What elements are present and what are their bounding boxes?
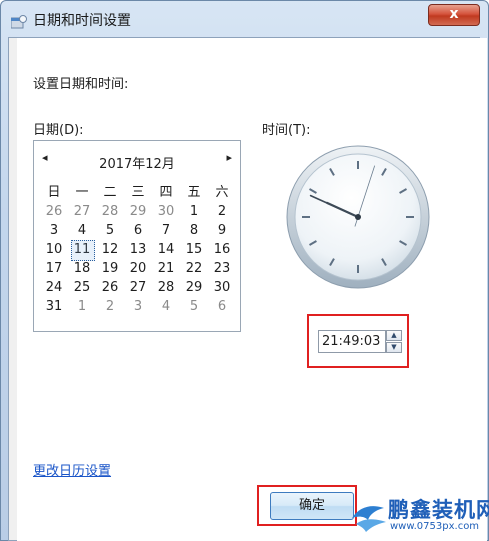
calendar-day[interactable]: 22 bbox=[180, 259, 208, 278]
calendar-day[interactable]: 3 bbox=[124, 297, 152, 316]
calendar-day[interactable]: 17 bbox=[40, 259, 68, 278]
calendar-day[interactable]: 30 bbox=[208, 278, 236, 297]
calendar-week-row: 26 27 28 29 30 1 2 bbox=[40, 202, 236, 221]
clock-center bbox=[355, 214, 361, 220]
weekday-header: 日 bbox=[47, 185, 61, 200]
calendar-day[interactable]: 23 bbox=[208, 259, 236, 278]
calendar-week-row: 10 11 12 13 14 15 16 bbox=[40, 240, 236, 261]
watermark-url: www.0753px.com bbox=[390, 521, 480, 532]
calendar-day[interactable]: 30 bbox=[152, 202, 180, 221]
analog-clock bbox=[286, 145, 430, 289]
calendar-day[interactable]: 5 bbox=[96, 221, 124, 240]
calendar-day[interactable]: 27 bbox=[68, 202, 96, 221]
weekday-header: 一 bbox=[75, 185, 89, 200]
calendar-day[interactable]: 15 bbox=[180, 240, 208, 259]
calendar-month-title[interactable]: 2017年12月 bbox=[34, 153, 240, 172]
calendar-week-row: 3 4 5 6 7 8 9 bbox=[40, 221, 236, 240]
calendar-day[interactable]: 14 bbox=[152, 240, 180, 259]
calendar-day[interactable]: 2 bbox=[208, 202, 236, 221]
calendar-day[interactable]: 3 bbox=[40, 221, 68, 240]
calendar-day[interactable]: 29 bbox=[180, 278, 208, 297]
calendar-day[interactable]: 6 bbox=[124, 221, 152, 240]
calendar-week-row: 24 25 26 27 28 29 30 bbox=[40, 278, 236, 297]
calendar-day[interactable]: 1 bbox=[180, 202, 208, 221]
watermark: 鹏鑫装机网 www.0753px.com bbox=[350, 494, 489, 538]
bird-logo-icon bbox=[352, 506, 386, 532]
calendar-day[interactable]: 5 bbox=[180, 297, 208, 316]
calendar-day[interactable]: 28 bbox=[96, 202, 124, 221]
calendar-day[interactable]: 4 bbox=[152, 297, 180, 316]
calendar-day[interactable]: 4 bbox=[68, 221, 96, 240]
calendar-day[interactable]: 7 bbox=[152, 221, 180, 240]
calendar-grid: 日 一 二 三 四 五 六 26 27 28 29 30 1 2 3 4 5 6… bbox=[40, 183, 236, 316]
calendar-day[interactable]: 26 bbox=[96, 278, 124, 297]
change-calendar-settings-link[interactable]: 更改日历设置 bbox=[33, 460, 111, 479]
calendar-day[interactable]: 25 bbox=[68, 278, 96, 297]
weekday-header: 五 bbox=[187, 185, 201, 200]
calendar-week-row: 17 18 19 20 21 22 23 bbox=[40, 259, 236, 278]
calendar-day[interactable]: 10 bbox=[40, 240, 68, 259]
calendar-day[interactable]: 2 bbox=[96, 297, 124, 316]
close-button[interactable]: x bbox=[428, 4, 480, 26]
calendar-day[interactable]: 6 bbox=[208, 297, 236, 316]
calendar-day[interactable]: 28 bbox=[152, 278, 180, 297]
calendar-week-row: 31 1 2 3 4 5 6 bbox=[40, 297, 236, 316]
calendar-day-selected[interactable]: 11 bbox=[68, 240, 96, 261]
spin-down-button[interactable]: ▼ bbox=[386, 342, 402, 353]
calendar-day[interactable]: 9 bbox=[208, 221, 236, 240]
time-input[interactable]: 21:49:03 bbox=[318, 330, 386, 353]
date-label: 日期(D): bbox=[33, 123, 84, 138]
instruction-text: 设置日期和时间: bbox=[33, 77, 129, 92]
weekday-header: 四 bbox=[159, 185, 173, 200]
spin-up-button[interactable]: ▲ bbox=[386, 330, 402, 341]
calendar-day[interactable]: 8 bbox=[180, 221, 208, 240]
calendar-day[interactable]: 1 bbox=[68, 297, 96, 316]
weekday-header: 三 bbox=[131, 185, 145, 200]
datetime-settings-icon bbox=[11, 15, 27, 29]
calendar-day[interactable]: 26 bbox=[40, 202, 68, 221]
calendar-day[interactable]: 12 bbox=[96, 240, 124, 259]
calendar-day[interactable]: 16 bbox=[208, 240, 236, 259]
watermark-title: 鹏鑫装机网 bbox=[388, 498, 489, 522]
calendar-day[interactable]: 13 bbox=[124, 240, 152, 259]
calendar-day[interactable]: 27 bbox=[124, 278, 152, 297]
calendar-day[interactable]: 21 bbox=[152, 259, 180, 278]
weekday-header-row: 日 一 二 三 四 五 六 bbox=[40, 183, 236, 202]
calendar-day[interactable]: 29 bbox=[124, 202, 152, 221]
calendar-day[interactable]: 24 bbox=[40, 278, 68, 297]
calendar-day[interactable]: 31 bbox=[40, 297, 68, 316]
window-title: 日期和时间设置 bbox=[33, 13, 131, 29]
time-label: 时间(T): bbox=[262, 123, 311, 138]
calendar-day[interactable]: 20 bbox=[124, 259, 152, 278]
calendar-day[interactable]: 19 bbox=[96, 259, 124, 278]
calendar: ◂ ▸ 2017年12月 日 一 二 三 四 五 六 26 27 28 29 3… bbox=[33, 140, 241, 332]
weekday-header: 二 bbox=[103, 185, 117, 200]
ok-button[interactable]: 确定 bbox=[270, 492, 354, 520]
weekday-header: 六 bbox=[215, 185, 229, 200]
calendar-day[interactable]: 18 bbox=[68, 259, 96, 278]
title-bar[interactable]: 日期和时间设置 x bbox=[1, 1, 488, 39]
